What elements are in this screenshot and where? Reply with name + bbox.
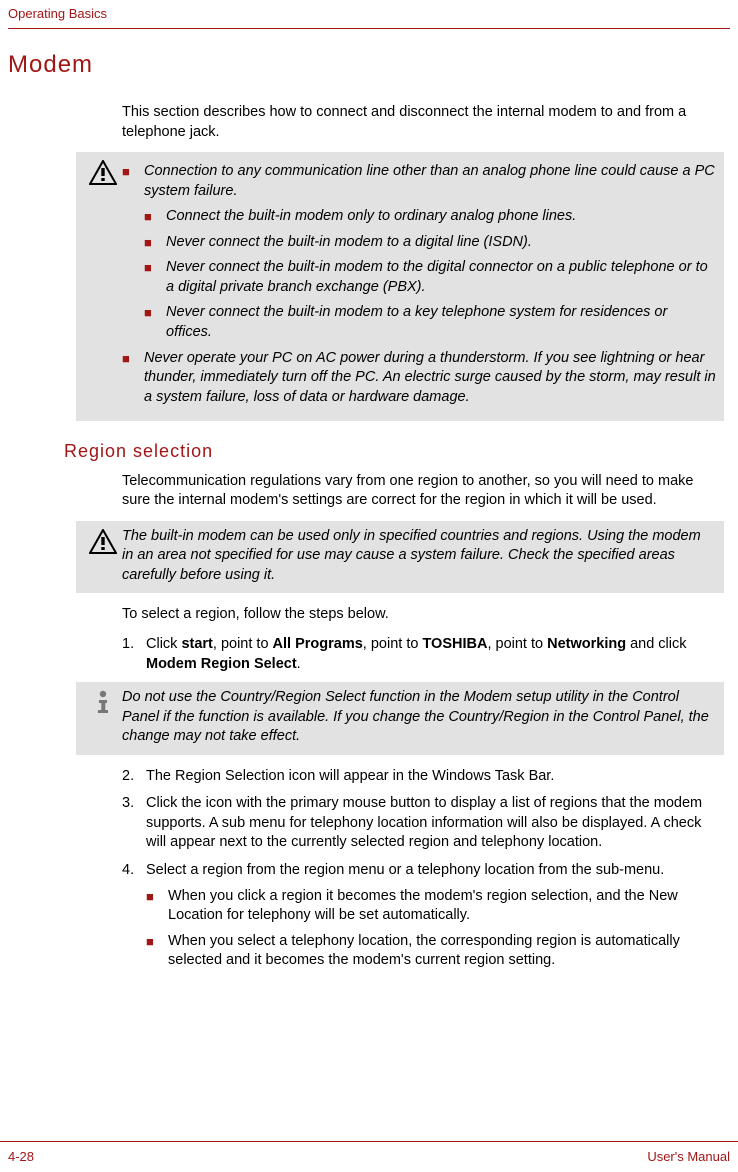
- list-item: 2. The Region Selection icon will appear…: [122, 767, 724, 787]
- ordered-list-cont: 2. The Region Selection icon will appear…: [122, 767, 724, 977]
- list-item: 4. Select a region from the region menu …: [122, 861, 724, 977]
- step-number: 2.: [122, 767, 146, 787]
- caution-icon: [84, 158, 122, 186]
- caution-sub-item: Never connect the built-in modem to a ke…: [166, 303, 716, 342]
- info-box: Do not use the Country/Region Select fun…: [76, 682, 724, 755]
- caution-tail: Never operate your PC on AC power during…: [144, 349, 716, 408]
- list-item: 3. Click the icon with the primary mouse…: [122, 794, 724, 853]
- section-name: Operating Basics: [8, 6, 107, 21]
- step-number: 4.: [122, 861, 146, 881]
- bullet-square-icon: ■: [146, 887, 168, 906]
- bullet-square-icon: ■: [122, 162, 144, 181]
- caution-content: ■ Connection to any communication line o…: [122, 158, 716, 413]
- page-header: Operating Basics: [8, 0, 730, 29]
- region-intro: Telecommunication regulations vary from …: [122, 472, 724, 511]
- page-title: Modem: [8, 49, 730, 81]
- info-content: Do not use the Country/Region Select fun…: [122, 688, 716, 747]
- step-number: 1.: [122, 635, 146, 674]
- list-item: 1. Click start, point to All Programs, p…: [122, 635, 724, 674]
- step-number: 3.: [122, 794, 146, 853]
- bullet-square-icon: ■: [146, 932, 168, 951]
- step-text: Click start, point to All Programs, poin…: [146, 635, 724, 674]
- caution-sub-item: Never connect the built-in modem to a di…: [166, 233, 716, 253]
- step4-sub-item: When you click a region it becomes the m…: [168, 887, 724, 926]
- intro-paragraph: This section describes how to connect an…: [122, 103, 724, 142]
- page-number: 4-28: [8, 1148, 34, 1166]
- steps-intro: To select a region, follow the steps bel…: [122, 605, 724, 625]
- manual-name: User's Manual: [647, 1148, 730, 1166]
- bullet-square-icon: ■: [144, 303, 166, 322]
- bullet-square-icon: ■: [122, 349, 144, 368]
- step-text: Select a region from the region menu or …: [146, 861, 724, 881]
- step-text: Click the icon with the primary mouse bu…: [146, 794, 724, 853]
- page-footer: 4-28 User's Manual: [0, 1141, 738, 1166]
- step-text: The Region Selection icon will appear in…: [146, 767, 724, 787]
- caution-sub-item: Connect the built-in modem only to ordin…: [166, 207, 716, 227]
- bullet-square-icon: ■: [144, 233, 166, 252]
- bullet-square-icon: ■: [144, 258, 166, 277]
- ordered-list: 1. Click start, point to All Programs, p…: [122, 635, 724, 674]
- bullet-square-icon: ■: [144, 207, 166, 226]
- caution-icon: [84, 527, 122, 555]
- caution-lead: Connection to any communication line oth…: [144, 162, 716, 201]
- region-heading: Region selection: [64, 439, 730, 463]
- caution-sub-item: Never connect the built-in modem to the …: [166, 258, 716, 297]
- caution-box-1: ■ Connection to any communication line o…: [76, 152, 724, 421]
- caution-content: The built-in modem can be used only in s…: [122, 527, 716, 586]
- step4-sub-item: When you select a telephony location, th…: [168, 932, 724, 971]
- info-icon: [84, 688, 122, 716]
- caution-box-2: The built-in modem can be used only in s…: [76, 521, 724, 594]
